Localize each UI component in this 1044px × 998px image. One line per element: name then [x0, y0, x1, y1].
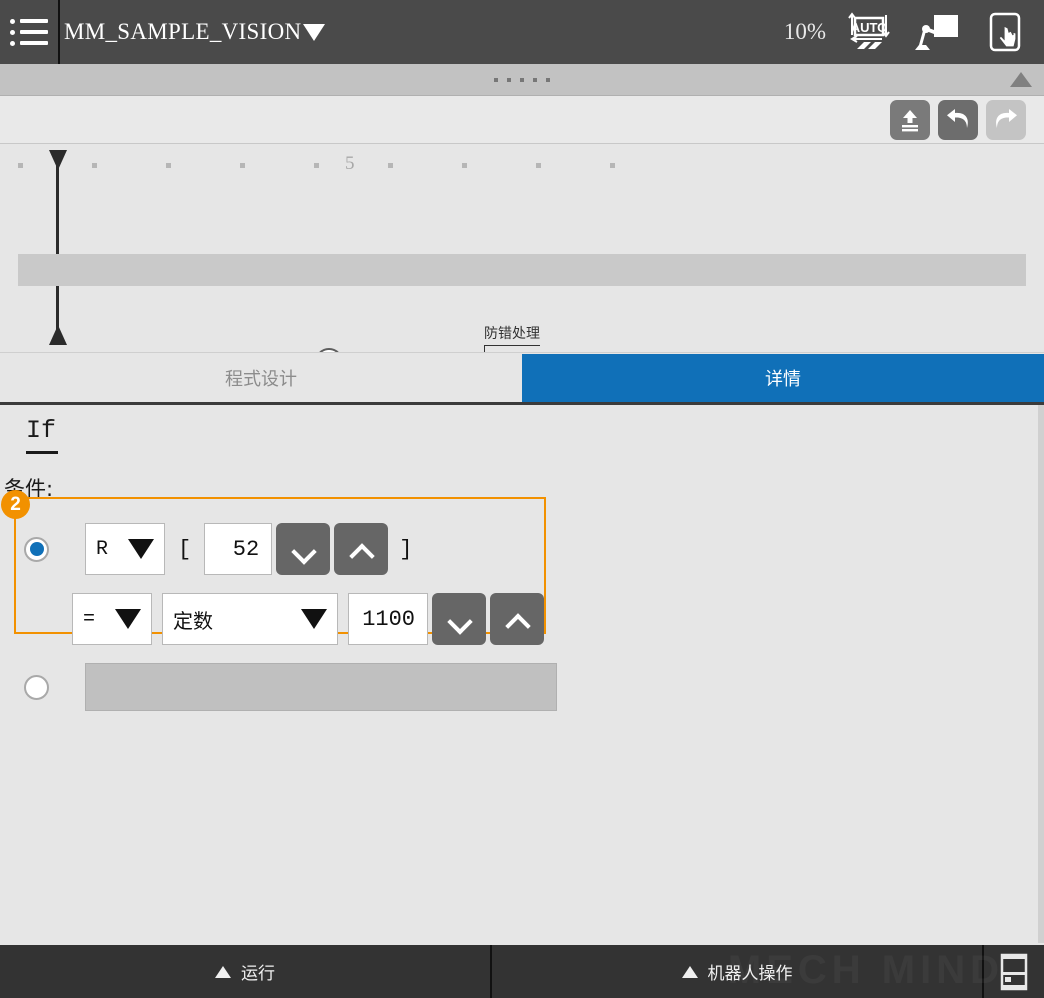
upload-arrow-icon: [902, 109, 918, 131]
step-badge-2: 2: [1, 490, 30, 519]
caret-down-icon: [301, 609, 327, 629]
panel-collapse-bar[interactable]: [0, 64, 1044, 96]
triangle-up-icon: [681, 965, 698, 978]
upload-button[interactable]: [890, 99, 930, 140]
index-input[interactable]: 52: [204, 523, 273, 575]
robot-teach-pendant-screen: MM_SAMPLE_VISION 10% AUTO 5 防错处理 程式设计 详情…: [0, 0, 1044, 998]
operand-type-value: 定数: [173, 608, 213, 633]
ruler-tick: [536, 163, 541, 168]
robot-panel-button[interactable]: [984, 945, 1044, 998]
run-button-label: 运行: [241, 964, 275, 984]
speed-percent[interactable]: 10%: [784, 19, 826, 45]
robot-panel-icon: [1000, 953, 1028, 990]
index-stepper-down[interactable]: [276, 523, 331, 575]
tab-details[interactable]: 详情: [522, 354, 1044, 402]
drag-handle-dots-icon[interactable]: [494, 77, 550, 82]
program-name: MM_SAMPLE_VISION: [64, 19, 302, 44]
chevron-down-icon: [449, 609, 469, 629]
undo-button[interactable]: [938, 99, 978, 140]
top-bar-status-group: 10% AUTO: [784, 9, 1044, 55]
node-count-bubble: 1: [315, 348, 343, 352]
run-button[interactable]: 运行: [0, 945, 492, 998]
message-callout-label: 防错处理: [484, 325, 540, 341]
svg-text:AUTO: AUTO: [851, 20, 888, 35]
ruler-tick: [166, 163, 171, 168]
chevron-up-icon: [507, 609, 527, 629]
operand-stepper-up[interactable]: [490, 593, 544, 645]
program-flow-canvas[interactable]: 5 防错处理: [0, 145, 1044, 353]
ruler-tick: [388, 163, 393, 168]
ruler-tick: [314, 163, 319, 168]
variable-type-dropdown[interactable]: R: [85, 523, 165, 575]
robot-teach-icon[interactable]: [912, 9, 962, 55]
undo-arrow-icon: [947, 108, 968, 128]
ruler-tick: [610, 163, 615, 168]
operand-type-dropdown[interactable]: 定数: [162, 593, 338, 645]
caret-down-icon[interactable]: [303, 23, 326, 41]
chevron-up-icon: [351, 539, 371, 559]
condition-radio-secondary[interactable]: [24, 674, 49, 700]
caret-down-icon: [128, 539, 154, 559]
page-title: If: [26, 416, 57, 445]
top-bar: MM_SAMPLE_VISION 10% AUTO: [0, 0, 1044, 64]
callout-line: [484, 345, 540, 346]
collapse-up-arrow-icon[interactable]: [1010, 72, 1032, 87]
redo-arrow-icon: [996, 108, 1017, 128]
condition-expression-field-disabled: [85, 663, 557, 711]
operand-value-input[interactable]: 1100: [348, 593, 428, 645]
operand-stepper-down[interactable]: [432, 593, 486, 645]
callout-line: [484, 345, 485, 352]
operator-dropdown[interactable]: =: [72, 593, 152, 645]
robot-operation-button[interactable]: 机器人操作: [492, 945, 984, 998]
ruler-label: 5: [345, 153, 355, 174]
hamburger-menu-icon[interactable]: [0, 0, 60, 64]
ruler-tick: [462, 163, 467, 168]
index-stepper-up[interactable]: [334, 523, 389, 575]
index-value: 52: [232, 536, 260, 562]
condition-row-primary[interactable]: R [ 52 ]: [24, 523, 412, 575]
triangle-up-icon: [215, 965, 231, 978]
details-panel: If 条件: R [ 52 ] = 定数 1100 2: [0, 405, 1044, 943]
robot-operation-button-label: 机器人操作: [707, 964, 793, 984]
redo-button[interactable]: [986, 99, 1026, 140]
ruler-tick: [240, 163, 245, 168]
operand-value: 1100: [362, 606, 415, 632]
caret-down-icon: [115, 609, 141, 629]
editor-toolbar: [0, 96, 1044, 144]
condition-operand-row[interactable]: = 定数 1100: [72, 593, 544, 645]
hand-touch-icon[interactable]: [980, 9, 1030, 55]
bottom-action-bar: 运行 机器人操作: [0, 945, 1044, 998]
ruler-tick: [18, 163, 23, 168]
tab-program-design[interactable]: 程式设计: [0, 354, 522, 402]
operator-value: =: [83, 607, 96, 631]
variable-type-value: R: [96, 537, 109, 561]
detail-tab-bar: 程式设计 详情: [0, 354, 1044, 405]
detail-scrollbar[interactable]: [1038, 405, 1044, 943]
chevron-down-icon: [293, 539, 313, 559]
flow-track: [18, 254, 1026, 286]
title-underline: [26, 451, 58, 454]
ruler-tick: [92, 163, 97, 168]
condition-radio-primary[interactable]: [24, 536, 49, 562]
program-playhead[interactable]: [49, 150, 67, 345]
timeline-ruler: 5: [0, 145, 1044, 177]
close-bracket: ]: [399, 536, 413, 562]
open-bracket: [: [178, 536, 192, 562]
auto-mode-icon[interactable]: AUTO: [844, 9, 894, 55]
condition-row-secondary[interactable]: [24, 663, 557, 711]
program-selector[interactable]: MM_SAMPLE_VISION: [64, 19, 326, 45]
